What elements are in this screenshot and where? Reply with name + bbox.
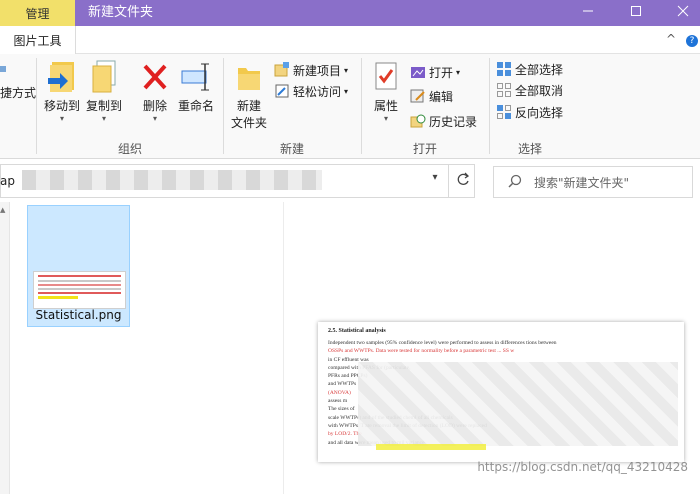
new-folder-button[interactable]: 新建 文件夹 <box>228 60 270 131</box>
separator <box>223 58 224 154</box>
edit-icon <box>410 88 426 104</box>
properties-icon <box>371 60 401 97</box>
move-to-label: 移动到 <box>43 99 80 113</box>
file-thumbnail <box>33 271 126 309</box>
open-label: 打开 <box>429 65 454 80</box>
watermark: https://blog.csdn.net/qq_43210428 <box>477 460 688 474</box>
rename-button[interactable]: 重命名 <box>175 60 217 114</box>
separator <box>489 58 490 154</box>
scroll-up-icon[interactable]: ▲ <box>0 206 5 214</box>
minimize-icon <box>582 5 594 21</box>
tab-manage[interactable]: 管理 <box>0 0 75 26</box>
chevron-down-icon: ▾ <box>101 114 106 123</box>
preview-heading: 2.5. Statistical analysis <box>328 328 386 334</box>
rename-label: 重命名 <box>177 99 214 113</box>
properties-button[interactable]: 属性 ▾ <box>368 60 404 123</box>
partial-icon <box>0 62 8 79</box>
address-path[interactable]: ap <box>0 174 15 188</box>
select-none-label: 全部取消 <box>515 83 564 98</box>
shortcut-partial-label[interactable]: 捷方式 <box>0 84 36 101</box>
group-label-new: 新建 <box>280 142 305 156</box>
move-to-icon <box>46 60 78 97</box>
help-button[interactable]: ? <box>686 32 700 47</box>
maximize-icon <box>630 5 642 21</box>
new-folder-label-2: 文件夹 <box>230 116 267 130</box>
delete-icon <box>140 60 170 97</box>
chevron-down-icon: ▾ <box>432 172 438 183</box>
preview-pane: 2.5. Statistical analysis Independent tw… <box>318 322 684 462</box>
select-all-button[interactable]: 全部选择 <box>496 59 563 79</box>
copy-to-icon <box>88 60 120 97</box>
close-icon <box>677 5 689 21</box>
ribbon-collapse-button[interactable]: ^ <box>666 32 676 46</box>
history-button[interactable]: 历史记录 <box>410 111 477 131</box>
window-title: 新建文件夹 <box>88 5 154 20</box>
select-none-icon <box>496 82 512 98</box>
select-all-icon <box>496 61 512 77</box>
separator <box>448 164 449 198</box>
preview-mosaic-overlay <box>358 362 678 446</box>
address-path-blurred <box>22 170 322 190</box>
delete-button[interactable]: 删除 ▾ <box>138 60 172 123</box>
separator <box>361 58 362 154</box>
group-label-organize: 组织 <box>118 142 143 156</box>
edit-button[interactable]: 编辑 <box>410 86 453 106</box>
history-label: 历史记录 <box>429 114 478 129</box>
refresh-button[interactable] <box>455 170 473 190</box>
close-button[interactable] <box>660 0 700 26</box>
open-button[interactable]: 打开 ▾ <box>410 62 460 82</box>
chevron-down-icon: ▾ <box>344 86 349 96</box>
new-item-label: 新建项目 <box>293 63 342 78</box>
search-box[interactable]: 搜索"新建文件夹" <box>493 166 693 198</box>
ribbon-tab-row <box>0 26 700 54</box>
properties-label: 属性 <box>373 99 398 113</box>
chevron-down-icon: ▾ <box>383 114 388 123</box>
edit-label: 编辑 <box>429 89 454 104</box>
rename-icon <box>179 60 213 97</box>
new-folder-icon <box>234 60 264 97</box>
copy-to-button[interactable]: 复制到 ▾ <box>84 60 124 123</box>
open-icon <box>410 64 426 80</box>
tab-picture-tools[interactable]: 图片工具 <box>0 26 76 54</box>
group-label-open: 打开 <box>413 142 438 156</box>
invert-selection-label: 反向选择 <box>515 105 564 120</box>
refresh-icon <box>455 172 471 191</box>
copy-to-label: 复制到 <box>85 99 122 113</box>
group-label-select: 选择 <box>518 142 543 156</box>
maximize-button[interactable] <box>613 0 659 26</box>
new-folder-label-1: 新建 <box>236 99 261 113</box>
move-to-button[interactable]: 移动到 ▾ <box>42 60 82 123</box>
easy-access-label: 轻松访问 <box>293 84 342 99</box>
address-dropdown-button[interactable]: ▾ <box>427 172 443 190</box>
preview-highlight <box>376 444 486 450</box>
new-item-button[interactable]: 新建项目 ▾ <box>274 60 348 80</box>
chevron-down-icon: ▾ <box>344 65 349 75</box>
minimize-button[interactable] <box>565 0 611 26</box>
select-all-label: 全部选择 <box>515 62 564 77</box>
history-icon <box>410 113 426 129</box>
chevron-down-icon: ▾ <box>59 114 64 123</box>
preview-line: OSSPs and WWTPs. Data were tested for no… <box>328 348 515 355</box>
easy-access-button[interactable]: 轻松访问 ▾ <box>274 81 348 101</box>
file-name[interactable]: Statistical.png <box>27 308 130 322</box>
invert-selection-button[interactable]: 反向选择 <box>496 102 563 122</box>
delete-label: 删除 <box>142 99 167 113</box>
chevron-down-icon: ▾ <box>456 67 461 77</box>
chevron-down-icon: ▾ <box>152 114 157 123</box>
help-icon: ? <box>686 35 698 47</box>
separator <box>36 58 37 154</box>
easy-access-icon <box>274 83 290 99</box>
search-icon <box>508 174 522 191</box>
preview-line: Independent two samples (95% confidence … <box>328 340 557 346</box>
navigation-pane[interactable]: ▲ <box>0 202 10 494</box>
select-none-button[interactable]: 全部取消 <box>496 80 563 100</box>
invert-selection-icon <box>496 104 512 120</box>
search-placeholder: 搜索"新建文件夹" <box>534 175 630 190</box>
divider <box>283 202 284 494</box>
new-item-icon <box>274 62 290 78</box>
